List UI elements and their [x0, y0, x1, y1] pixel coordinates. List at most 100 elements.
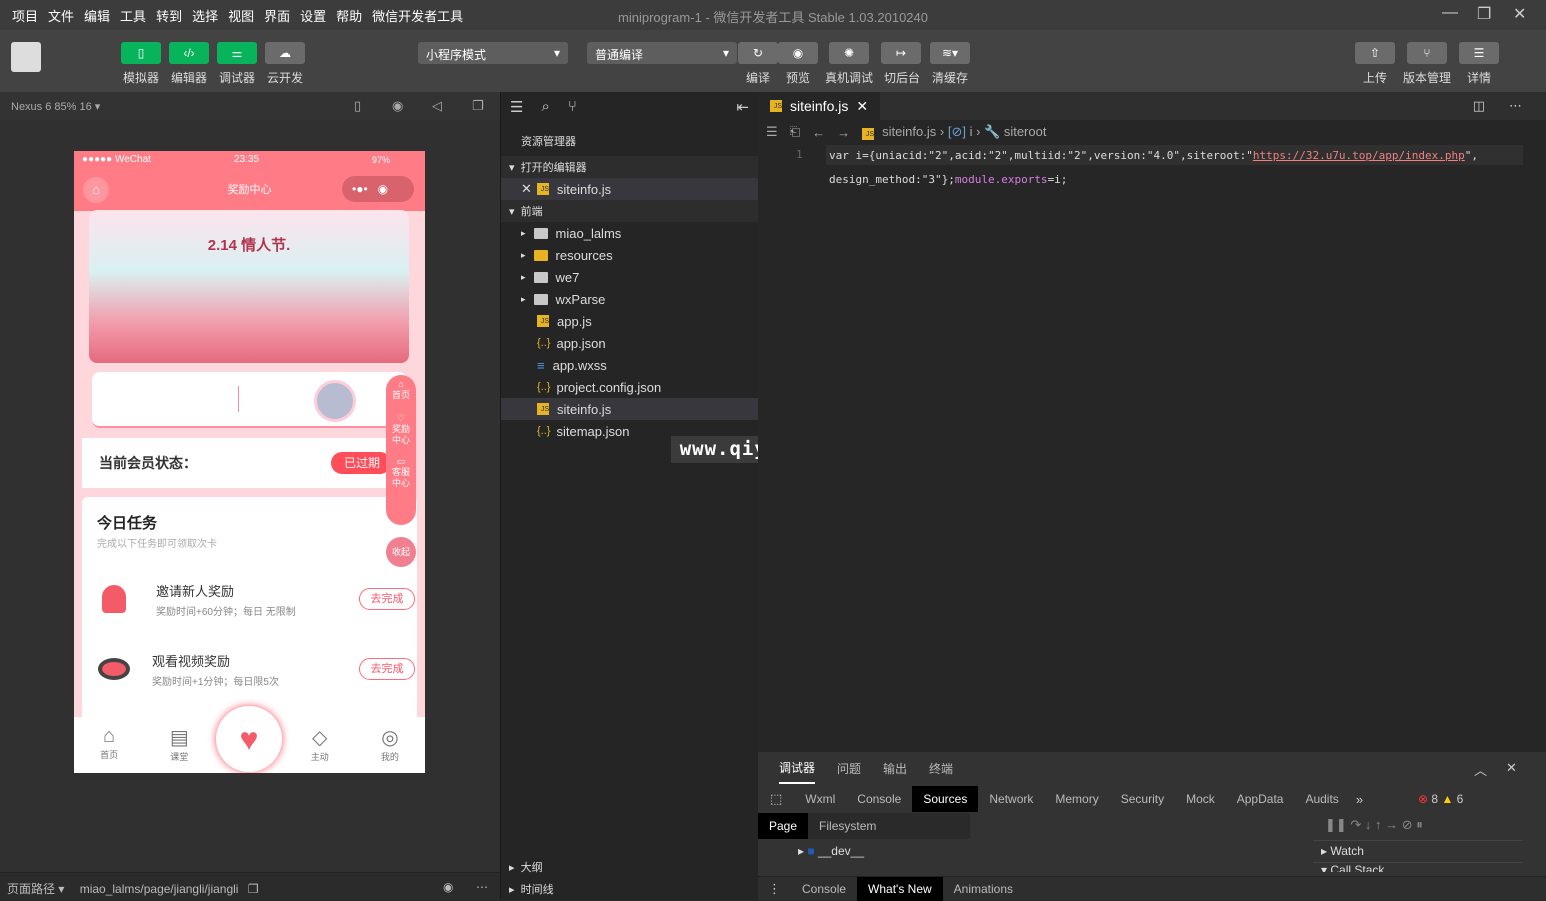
debug-tab[interactable]: 终端 — [929, 754, 953, 783]
cloud-button[interactable]: ☁ — [265, 42, 305, 64]
bookmark-icon[interactable]: ⎗ — [790, 124, 800, 140]
breadcrumb-prop[interactable]: siteroot — [1004, 124, 1047, 139]
folder-item[interactable]: ▸ we7 — [501, 266, 758, 288]
tab-filesystem[interactable]: Filesystem — [808, 813, 887, 839]
menu-item[interactable]: 设置 — [300, 6, 326, 25]
watch-section[interactable]: ▸ Watch — [1313, 840, 1523, 861]
close-icon[interactable]: ✕ — [1506, 760, 1517, 776]
forward-icon[interactable]: → — [837, 125, 850, 140]
back-icon[interactable]: ← — [812, 125, 825, 140]
float-reward[interactable]: ♡ 奖励中心 — [391, 413, 411, 446]
upload-icon[interactable]: ⇧ — [1355, 42, 1395, 64]
more-tabs-icon[interactable]: » — [1350, 792, 1369, 807]
menu-item[interactable]: 界面 — [264, 6, 290, 25]
close-icon[interactable]: ✕ — [856, 98, 868, 115]
file-item[interactable]: {..} project.config.json — [501, 376, 758, 398]
devtools-tab[interactable]: Console — [846, 786, 912, 812]
code-url[interactable]: https://32.u7u.top/app/index.php — [1253, 149, 1465, 162]
device-select[interactable]: Nexus 6 85% 16 ▾ — [11, 101, 100, 113]
collapse-button[interactable]: 收起 — [386, 537, 416, 567]
menu-item[interactable]: 文件 — [48, 6, 74, 25]
menu-item[interactable]: 转到 — [156, 6, 182, 25]
close-icon[interactable]: ✕ — [1513, 4, 1526, 24]
split-editor-icon[interactable]: ◫ — [1473, 98, 1485, 114]
compile-mode-select[interactable]: 普通编译 ▾ — [587, 42, 737, 64]
devtools-tab[interactable]: Security — [1110, 786, 1175, 812]
collapse-panel-icon[interactable]: ⇤ — [736, 98, 749, 116]
menu-icon[interactable]: ☰ — [1459, 42, 1499, 64]
project-section[interactable]: ▾ 前端 — [501, 200, 758, 222]
tab-item[interactable]: ◇ 主动 — [285, 717, 355, 773]
drawer-tab[interactable]: Animations — [943, 877, 1024, 901]
chevron-up-icon[interactable]: ︿ — [1474, 760, 1487, 779]
copy-icon[interactable]: ❐ — [248, 882, 259, 896]
menu-item[interactable]: 编辑 — [84, 6, 110, 25]
file-item[interactable]: {..} app.json — [501, 332, 758, 354]
open-editor-item[interactable]: ✕ JS siteinfo.js — [501, 178, 758, 200]
minimize-icon[interactable]: — — [1442, 4, 1458, 22]
folder-item[interactable]: ▸ resources — [501, 244, 758, 266]
user-avatar[interactable] — [314, 380, 356, 422]
mode-select[interactable]: 小程序模式 ▾ — [418, 42, 568, 64]
refresh-icon[interactable]: ↻ — [738, 42, 778, 64]
debug-tab[interactable]: 输出 — [883, 754, 907, 783]
tree-item-dev[interactable]: ▸ ■ __dev__ — [798, 844, 864, 858]
folder-item[interactable]: ▸ miao_lalms — [501, 222, 758, 244]
maximize-icon[interactable]: ❐ — [1477, 4, 1491, 24]
inspect-icon[interactable]: ⬚ — [758, 791, 794, 807]
drawer-tab[interactable]: Console — [791, 877, 857, 901]
code-line-1[interactable]: var i={uniacid:"2",acid:"2",multiid:"2",… — [829, 149, 1478, 162]
open-editors-section[interactable]: ▾ 打开的编辑器 — [501, 156, 758, 178]
callstack-section[interactable]: ▾ Call Stack — [1313, 862, 1523, 872]
eye-icon[interactable]: ◉ — [778, 42, 818, 64]
file-item[interactable]: JS siteinfo.js — [501, 398, 758, 420]
more-icon[interactable]: ⋯ — [1509, 98, 1522, 114]
branch-icon[interactable]: ⑂ — [1407, 42, 1447, 64]
devtools-tab[interactable]: AppData — [1226, 786, 1295, 812]
float-service[interactable]: ▭ 客服中心 — [391, 456, 411, 489]
folder-item[interactable]: ▸ wxParse — [501, 288, 758, 310]
outline-section[interactable]: ▸ 大纲 — [501, 856, 758, 878]
go-complete-button[interactable]: 去完成 — [359, 658, 415, 680]
drawer-tab[interactable]: What's New — [857, 876, 943, 901]
layers-icon[interactable]: ≋▾ — [930, 42, 970, 64]
bug-icon[interactable]: ✺ — [829, 42, 869, 64]
banner-image[interactable]: 2.14 情人节. — [89, 210, 409, 363]
volume-icon[interactable]: ◁ — [432, 98, 442, 114]
simulator-button[interactable]: ▯ — [121, 42, 161, 64]
devtools-tab[interactable]: Wxml — [794, 786, 846, 812]
search-icon[interactable]: ⌕ — [541, 98, 549, 116]
more-vertical-icon[interactable]: ⋮ — [758, 881, 791, 897]
avatar[interactable] — [11, 42, 41, 72]
capsule-menu[interactable]: •●• ◉ — [342, 176, 414, 202]
devtools-tab[interactable]: Audits — [1294, 786, 1349, 812]
close-icon[interactable]: ✕ — [521, 181, 532, 197]
debug-tab[interactable]: 调试器 — [779, 753, 816, 784]
page-path-label[interactable]: 页面路径 ▾ — [7, 882, 64, 896]
tab-item[interactable]: ◎ 我的 — [355, 717, 425, 773]
branch-icon[interactable]: ⑂ — [568, 98, 577, 116]
menu-item[interactable]: 视图 — [228, 6, 254, 25]
code-line-2[interactable]: design_method:"3"};module.exports=i; — [829, 173, 1067, 186]
tab-page[interactable]: Page — [758, 813, 809, 839]
debugger-button[interactable]: ⚌ — [217, 42, 257, 64]
timeline-section[interactable]: ▸ 时间线 — [501, 878, 758, 900]
more-icon[interactable]: ⋯ — [476, 880, 488, 894]
devtools-tab[interactable]: Sources — [912, 786, 979, 812]
list-icon[interactable]: ☰ — [766, 124, 778, 140]
devtools-tab[interactable]: Memory — [1044, 786, 1109, 812]
devtools-tab[interactable]: Network — [978, 786, 1044, 812]
breadcrumb-file[interactable]: siteinfo.js — [882, 124, 936, 139]
editor-button[interactable]: ‹/› — [169, 42, 209, 64]
go-complete-button[interactable]: 去完成 — [359, 588, 415, 610]
breadcrumb-var[interactable]: i — [970, 124, 973, 139]
devtools-tab[interactable]: Mock — [1175, 786, 1226, 812]
record-icon[interactable]: ◉ — [392, 98, 403, 114]
window-icon[interactable]: ❐ — [472, 98, 484, 114]
menu-item[interactable]: 选择 — [192, 6, 218, 25]
phone-icon[interactable]: ▯ — [354, 98, 361, 114]
float-home[interactable]: ⌂ 首页 — [386, 379, 416, 401]
file-item[interactable]: JS app.js — [501, 310, 758, 332]
menu-item[interactable]: 微信开发者工具 — [372, 6, 463, 25]
list-icon[interactable]: ☰ — [510, 98, 523, 116]
